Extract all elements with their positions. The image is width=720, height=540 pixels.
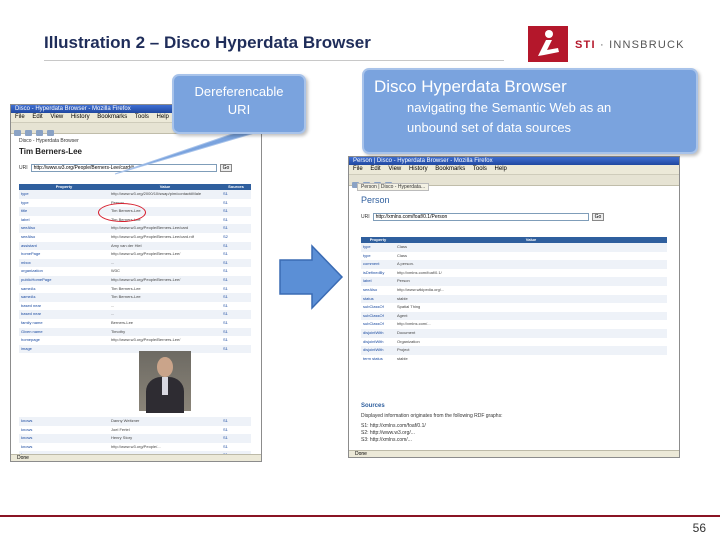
right-arrow-icon xyxy=(279,244,344,310)
dereferencable-uri-callout: Dereferencable URI xyxy=(172,74,306,134)
footer-rule xyxy=(0,515,720,517)
callout-line-1: Dereferencable xyxy=(194,84,284,99)
disco-browser-callout: Disco Hyperdata Browser navigating the S… xyxy=(362,68,698,154)
page-number: 56 xyxy=(692,521,706,535)
callout-sub-line-1: navigating the Semantic Web as an xyxy=(407,100,612,115)
callout-sub-line-2: unbound set of data sources xyxy=(407,120,572,135)
callout-title: Disco Hyperdata Browser xyxy=(374,77,567,96)
callout-line-2: URI xyxy=(227,102,251,117)
